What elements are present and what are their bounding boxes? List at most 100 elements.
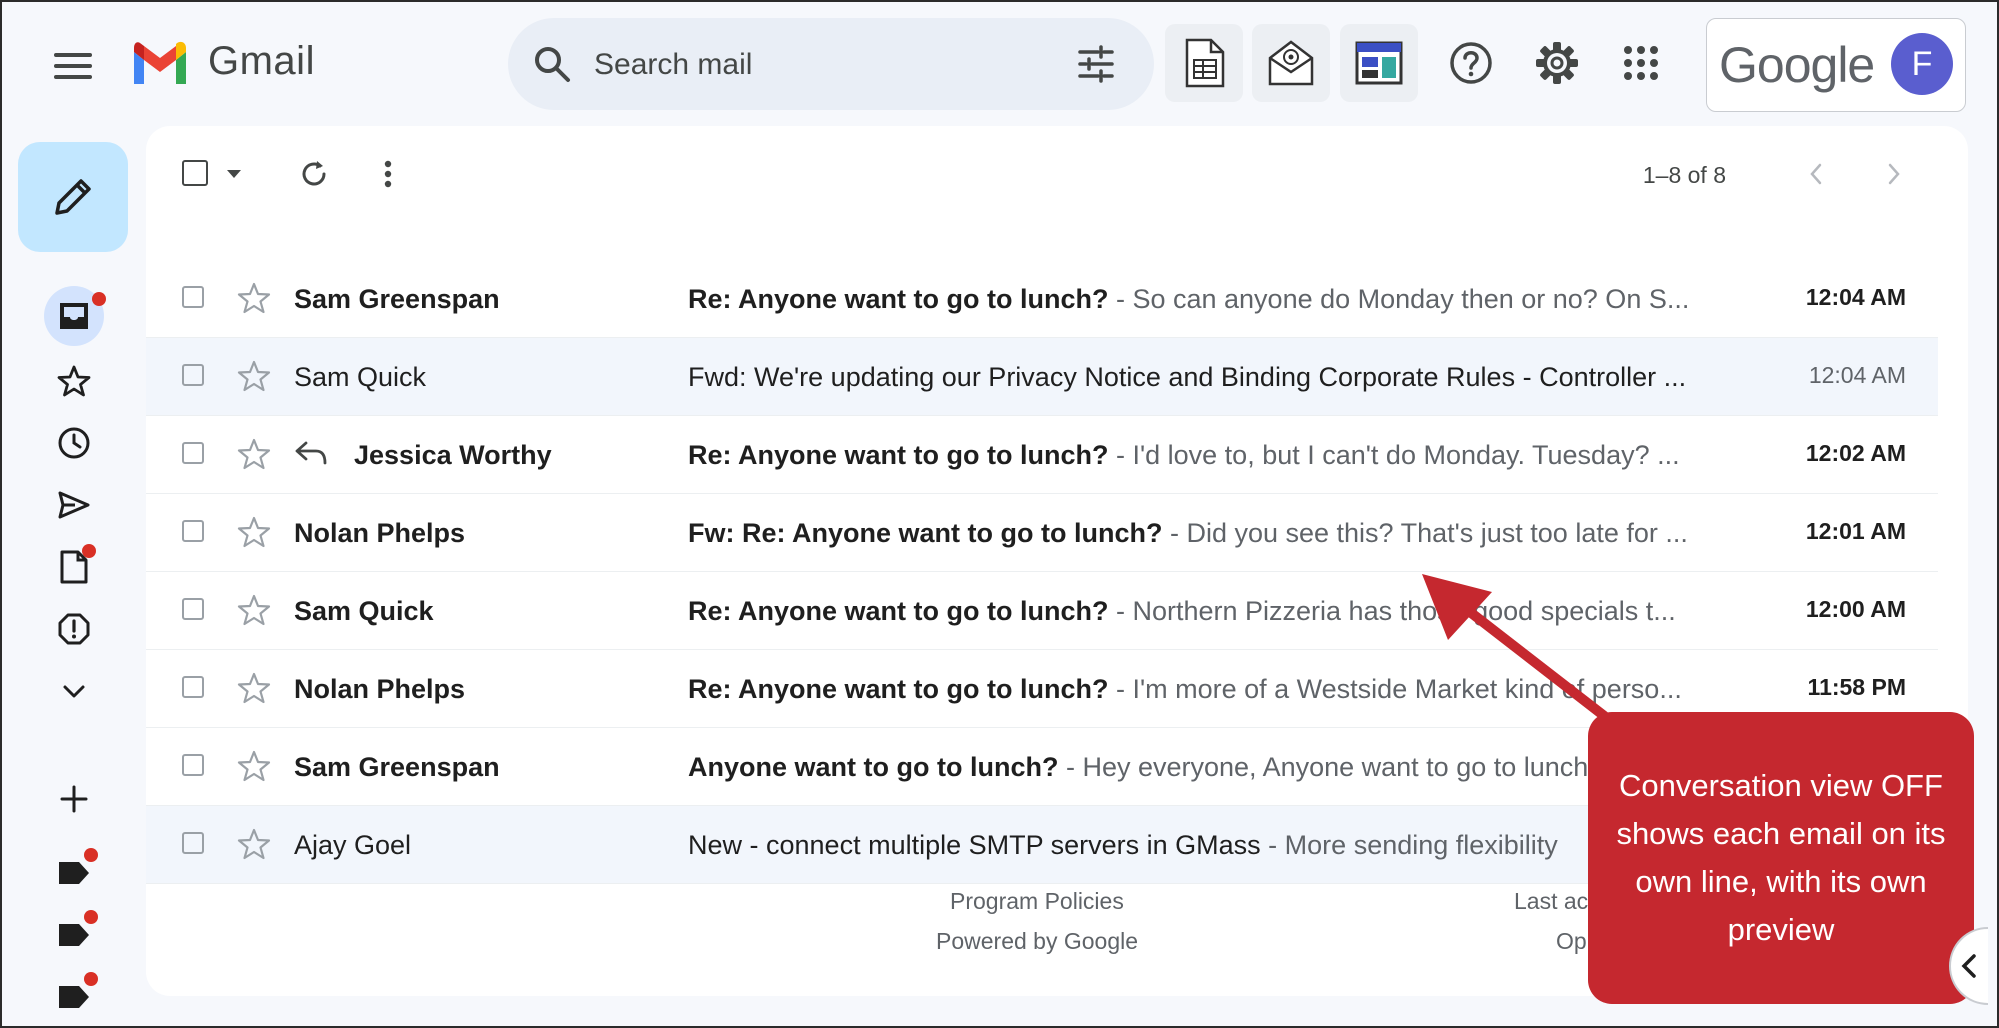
- program-policies-link[interactable]: Program Policies: [950, 888, 1124, 915]
- email-row[interactable]: Sam Quick Re: Anyone want to go to lunch?…: [146, 572, 1938, 650]
- email-sender: Sam Greenspan: [294, 752, 500, 782]
- label-notification-dot: [84, 910, 98, 924]
- star-toggle-icon[interactable]: [236, 280, 272, 316]
- star-toggle-icon[interactable]: [236, 358, 272, 394]
- subject-snippet-separator: -: [1108, 440, 1133, 470]
- email-select-checkbox[interactable]: [182, 364, 204, 386]
- gear-icon: [1536, 42, 1578, 84]
- google-logo-text: Google: [1719, 37, 1875, 93]
- email-select-checkbox[interactable]: [182, 676, 204, 698]
- nav-snoozed[interactable]: [44, 418, 104, 468]
- help-button[interactable]: [1446, 38, 1496, 88]
- newer-page-button[interactable]: [1876, 156, 1912, 192]
- email-subject: New - connect multiple SMTP servers in G…: [688, 830, 1261, 860]
- subject-snippet-separator: -: [1260, 830, 1285, 860]
- main-menu-button[interactable]: [54, 46, 94, 86]
- email-select-checkbox[interactable]: [182, 286, 204, 308]
- email-select-checkbox[interactable]: [182, 442, 204, 464]
- spreadsheet-icon: [1185, 38, 1225, 88]
- email-select-checkbox[interactable]: [182, 832, 204, 854]
- apps-button[interactable]: [1616, 38, 1666, 88]
- star-icon: [57, 365, 91, 397]
- star-toggle-icon[interactable]: [236, 748, 272, 784]
- nav-sent[interactable]: [44, 480, 104, 530]
- gmail-logo[interactable]: Gmail: [130, 38, 315, 84]
- open-envelope-icon: [1268, 40, 1314, 86]
- search-input[interactable]: [592, 44, 1036, 86]
- apps-grid-icon: [1624, 46, 1658, 80]
- powered-by-google: Powered by Google: [936, 928, 1139, 954]
- email-row[interactable]: Sam Greenspan Re: Anyone want to go to lu…: [146, 260, 1938, 338]
- refresh-button[interactable]: [296, 156, 332, 192]
- email-time: 12:01 AM: [1805, 518, 1906, 544]
- callout-text: Conversation view OFF shows each email o…: [1616, 768, 1946, 947]
- email-subject-line: Re: Anyone want to go to lunch? - I'm mo…: [688, 674, 1856, 705]
- nav-spam[interactable]: [44, 604, 104, 654]
- nav-inbox[interactable]: [44, 286, 106, 346]
- select-all-checkbox[interactable]: [180, 158, 210, 188]
- select-options-dropdown[interactable]: [222, 162, 246, 186]
- star-toggle-icon[interactable]: [236, 592, 272, 628]
- label-item-1[interactable]: [44, 848, 104, 898]
- plus-icon: [60, 785, 88, 813]
- email-time: 12:02 AM: [1805, 440, 1906, 466]
- label-tag-icon: [59, 924, 89, 946]
- more-actions-button[interactable]: [376, 156, 400, 192]
- email-time: 12:04 AM: [1808, 362, 1906, 388]
- dashboard-icon: [1355, 41, 1403, 85]
- chevron-right-icon: [1888, 163, 1900, 185]
- email-row[interactable]: Nolan Phelps Fw: Re: Anyone want to go to…: [146, 494, 1938, 572]
- star-toggle-icon[interactable]: [236, 436, 272, 472]
- email-sender: Sam Greenspan: [294, 284, 500, 314]
- search-bar[interactable]: [508, 18, 1154, 110]
- email-sender: Ajay Goel: [294, 830, 412, 860]
- email-select-checkbox[interactable]: [182, 520, 204, 542]
- email-row[interactable]: Sam Quick Fwd: We're updating our Privacy…: [146, 338, 1938, 416]
- search-options-icon[interactable]: [1076, 44, 1116, 84]
- create-label-button[interactable]: [44, 774, 104, 824]
- email-select-checkbox[interactable]: [182, 754, 204, 776]
- nav-more[interactable]: [44, 666, 104, 716]
- email-time: 11:58 PM: [1807, 674, 1906, 700]
- email-subject-line: Fw: Re: Anyone want to go to lunch? - Di…: [688, 518, 1856, 549]
- open-details-link[interactable]: Op: [1556, 928, 1587, 955]
- side-panel-toggle[interactable]: [1948, 926, 1999, 1006]
- dashboard-addon-button[interactable]: [1340, 24, 1418, 102]
- email-subject: Fw: Re: Anyone want to go to lunch?: [688, 518, 1163, 548]
- gmail-m-icon: [134, 41, 186, 84]
- label-tag-icon: [59, 862, 89, 884]
- nav-starred[interactable]: [44, 356, 104, 406]
- replied-arrow-icon: [295, 441, 327, 465]
- email-sender: Nolan Phelps: [294, 674, 466, 704]
- label-item-3[interactable]: [44, 972, 104, 1022]
- email-snippet: Hey everyone, Anyone want to go to lunch: [1082, 752, 1589, 782]
- settings-button[interactable]: [1532, 38, 1582, 88]
- email-subject-line: Re: Anyone want to go to lunch? - Northe…: [688, 596, 1856, 627]
- email-subject-line: Re: Anyone want to go to lunch? - I'd lo…: [688, 440, 1856, 471]
- subject-snippet-separator: -: [1108, 674, 1133, 704]
- email-subject: Re: Anyone want to go to lunch?: [688, 596, 1109, 626]
- avatar[interactable]: F: [1891, 33, 1953, 95]
- google-account-button[interactable]: Google F: [1706, 18, 1966, 112]
- search-icon[interactable]: [532, 44, 572, 84]
- spam-alert-icon: [58, 613, 90, 645]
- older-page-button[interactable]: [1798, 156, 1834, 192]
- compose-button[interactable]: [18, 142, 128, 252]
- star-toggle-icon[interactable]: [236, 670, 272, 706]
- email-row[interactable]: Jessica Worthy Re: Anyone want to go to l…: [146, 416, 1938, 494]
- mail-merge-addon-button[interactable]: [1252, 24, 1330, 102]
- nav-drafts[interactable]: [44, 542, 104, 592]
- email-select-checkbox[interactable]: [182, 598, 204, 620]
- sheets-addon-button[interactable]: [1165, 24, 1243, 102]
- pencil-icon: [55, 179, 91, 215]
- label-notification-dot: [84, 848, 98, 862]
- star-toggle-icon[interactable]: [236, 826, 272, 862]
- email-snippet: More sending flexibility: [1284, 830, 1558, 860]
- star-toggle-icon[interactable]: [236, 514, 272, 550]
- refresh-icon: [302, 161, 326, 186]
- label-item-2[interactable]: [44, 910, 104, 960]
- email-subject: Anyone want to go to lunch?: [688, 752, 1059, 782]
- help-icon: [1450, 42, 1492, 84]
- inbox-icon: [60, 303, 88, 329]
- email-sender: Sam Quick: [294, 362, 427, 392]
